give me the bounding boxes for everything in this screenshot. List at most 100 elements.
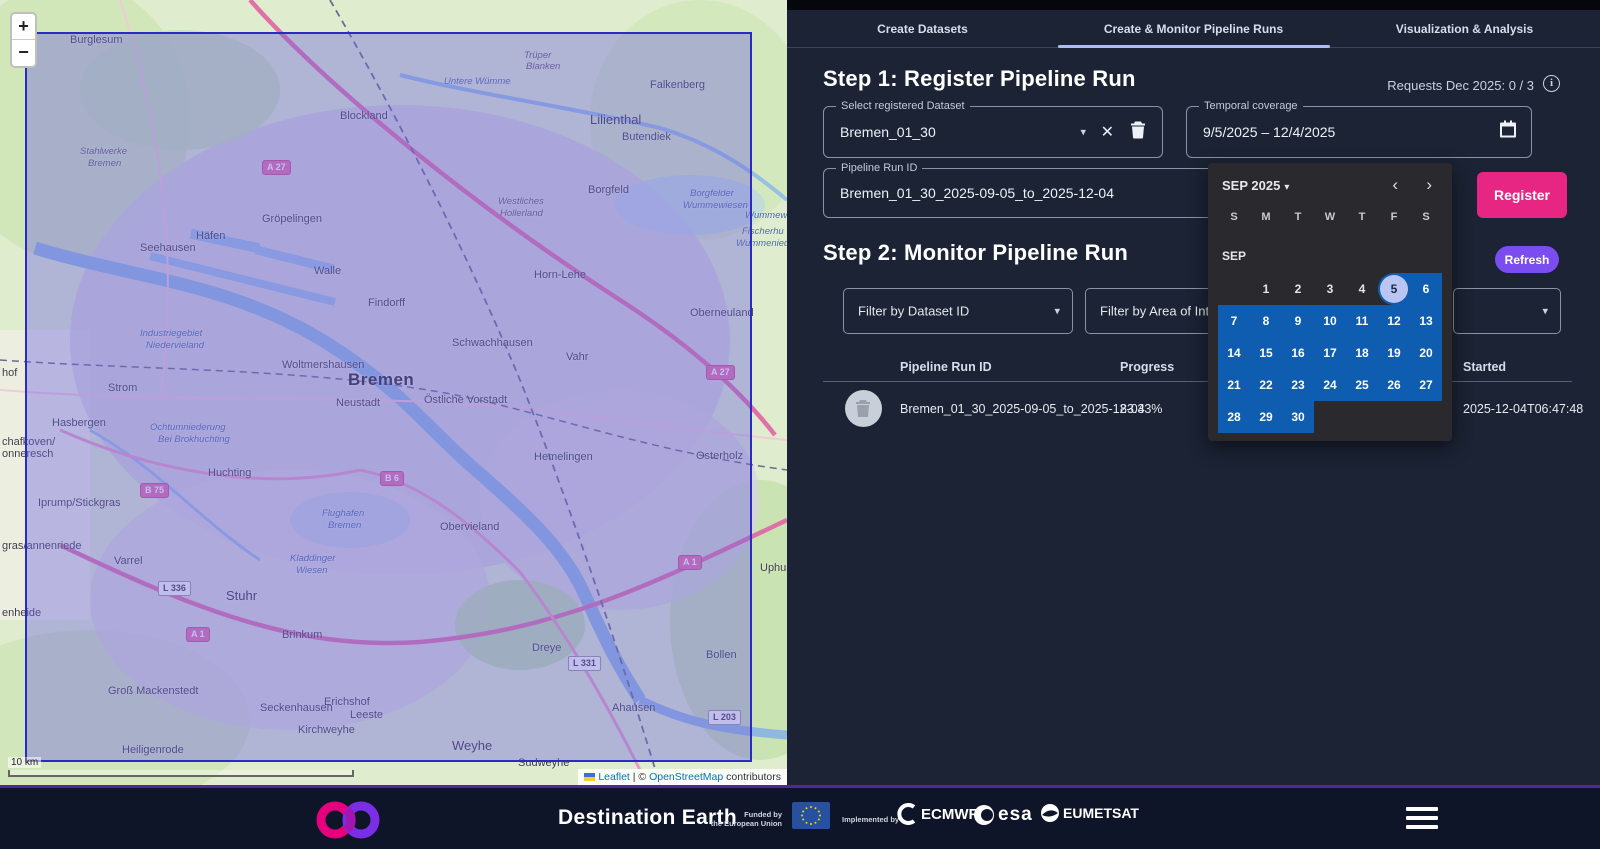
map-zoom-control: + − [10,12,37,68]
clear-icon[interactable]: ✕ [1101,122,1114,142]
esa-icon [972,803,996,827]
app-root: BurglesumBlocklandFalkenbergLilienthalBu… [0,0,1600,849]
calendar-day-9[interactable]: 9 [1282,305,1314,337]
calendar-next-button[interactable]: › [1426,175,1432,195]
calendar-day-20[interactable]: 20 [1410,337,1442,369]
attribution-suffix: contributors [723,771,781,783]
column-header-run-id: Pipeline Run ID [900,360,992,374]
weekday-label: S [1218,211,1250,223]
map-label: Uphus [760,562,787,574]
cell-started: 2025-12-04T06:47:48 [1463,402,1583,416]
calendar-day-28[interactable]: 28 [1218,401,1250,433]
calendar-day-empty [1346,401,1378,433]
calendar-day-19[interactable]: 19 [1378,337,1410,369]
calendar-day-17[interactable]: 17 [1314,337,1346,369]
register-button[interactable]: Register [1477,172,1567,218]
calendar-month-selector[interactable]: SEP 2025▾ [1222,178,1289,193]
calendar-day-empty [1218,273,1250,305]
calendar-day-13[interactable]: 13 [1410,305,1442,337]
attribution-separator: | © [630,771,649,783]
tab-visualization-analysis[interactable]: Visualization & Analysis [1329,10,1600,47]
chevron-down-icon[interactable]: ▾ [1080,126,1086,139]
calendar-day-6[interactable]: 6 [1410,273,1442,305]
info-icon[interactable]: i [1543,75,1560,92]
calendar-day-18[interactable]: 18 [1346,337,1378,369]
trash-icon[interactable] [1130,121,1146,144]
tab-bar: Create DatasetsCreate & Monitor Pipeline… [787,10,1600,48]
menu-icon[interactable] [1406,807,1438,833]
weekday-label: W [1314,211,1346,223]
destination-earth-logo-icon [295,796,415,849]
calendar-day-empty [1410,401,1442,433]
map-label: hof [2,367,17,379]
ecmwf-logo: ECMWF [896,803,978,825]
calendar-day-22[interactable]: 22 [1250,369,1282,401]
calendar-grid: 1234567891011121314151617181920212223242… [1218,273,1442,433]
weekday-label: T [1282,211,1314,223]
chevron-down-icon: ▾ [1054,305,1060,318]
filter-third[interactable]: ▾ [1453,288,1561,334]
step1-title: Step 1: Register Pipeline Run [823,66,1136,92]
zoom-in-button[interactable]: + [12,14,35,40]
weekday-label: M [1250,211,1282,223]
calendar-day-12[interactable]: 12 [1378,305,1410,337]
flag-icon [584,773,595,781]
cell-run-id: Bremen_01_30_2025-09-05_to_2025-12-04 [900,402,1145,416]
chevron-down-icon: ▾ [1284,182,1289,193]
calendar-day-10[interactable]: 10 [1314,305,1346,337]
calendar-day-14[interactable]: 14 [1218,337,1250,369]
row-delete-icon[interactable] [845,390,882,427]
map[interactable]: BurglesumBlocklandFalkenbergLilienthalBu… [0,0,787,785]
calendar-day-27[interactable]: 27 [1410,369,1442,401]
calendar-prev-button[interactable]: ‹ [1392,175,1398,195]
weekday-label: F [1378,211,1410,223]
tab-create-datasets[interactable]: Create Datasets [787,10,1058,47]
calendar-day-8[interactable]: 8 [1250,305,1282,337]
calendar-icon[interactable] [1499,121,1517,144]
implemented-by-text: Implemented by [842,815,899,824]
calendar-day-4[interactable]: 4 [1346,273,1378,305]
weekday-label: S [1410,211,1442,223]
esa-logo: esa [972,803,1033,827]
calendar-day-7[interactable]: 7 [1218,305,1250,337]
eu-flag-icon [792,802,830,829]
date-range-picker: SEP 2025▾ ‹ › SMTWTFS SEP 12345678910111… [1208,163,1452,441]
main-panel: Create DatasetsCreate & Monitor Pipeline… [787,0,1600,785]
calendar-month-tag: SEP [1222,249,1246,263]
calendar-day-29[interactable]: 29 [1250,401,1282,433]
eumetsat-icon [1040,803,1060,823]
zoom-out-button[interactable]: − [12,40,35,66]
calendar-day-11[interactable]: 11 [1346,305,1378,337]
filter-dataset-id[interactable]: Filter by Dataset ID ▾ [843,288,1073,334]
calendar-day-empty [1378,401,1410,433]
calendar-day-30[interactable]: 30 [1282,401,1314,433]
tab-create-monitor-pipeline-runs[interactable]: Create & Monitor Pipeline Runs [1058,10,1329,47]
calendar-day-3[interactable]: 3 [1314,273,1346,305]
scale-label: 10 km [8,757,41,768]
calendar-day-24[interactable]: 24 [1314,369,1346,401]
leaflet-link[interactable]: Leaflet [598,771,630,783]
calendar-day-25[interactable]: 25 [1346,369,1378,401]
calendar-header: SEP 2025▾ ‹ › [1222,177,1442,197]
table-header-divider [823,381,1572,382]
calendar-day-26[interactable]: 26 [1378,369,1410,401]
refresh-button[interactable]: Refresh [1495,246,1559,273]
cell-progress: 83.33% [1120,402,1162,416]
openstreetmap-link[interactable]: OpenStreetMap [649,771,723,783]
requests-counter: Requests Dec 2025: 0 / 3 [1387,78,1534,93]
calendar-day-23[interactable]: 23 [1282,369,1314,401]
calendar-day-1[interactable]: 1 [1250,273,1282,305]
calendar-day-5[interactable]: 5 [1378,273,1410,305]
dataset-select-field[interactable]: Select registered Dataset Bremen_01_30 ▾… [823,106,1163,158]
calendar-day-15[interactable]: 15 [1250,337,1282,369]
temporal-coverage-field[interactable]: Temporal coverage 9/5/2025 – 12/4/2025 [1186,106,1532,158]
calendar-day-16[interactable]: 16 [1282,337,1314,369]
area-of-interest-rectangle[interactable] [25,32,752,762]
funded-by-text: Funded bythe European Union [700,810,782,828]
top-strip [787,0,1600,10]
pipeline-run-id-value: Bremen_01_30_2025-09-05_to_2025-12-04 [840,169,1114,217]
step2-title: Step 2: Monitor Pipeline Run [823,240,1128,266]
calendar-day-21[interactable]: 21 [1218,369,1250,401]
calendar-day-2[interactable]: 2 [1282,273,1314,305]
footer: Destination Earth Funded bythe European … [0,785,1600,849]
